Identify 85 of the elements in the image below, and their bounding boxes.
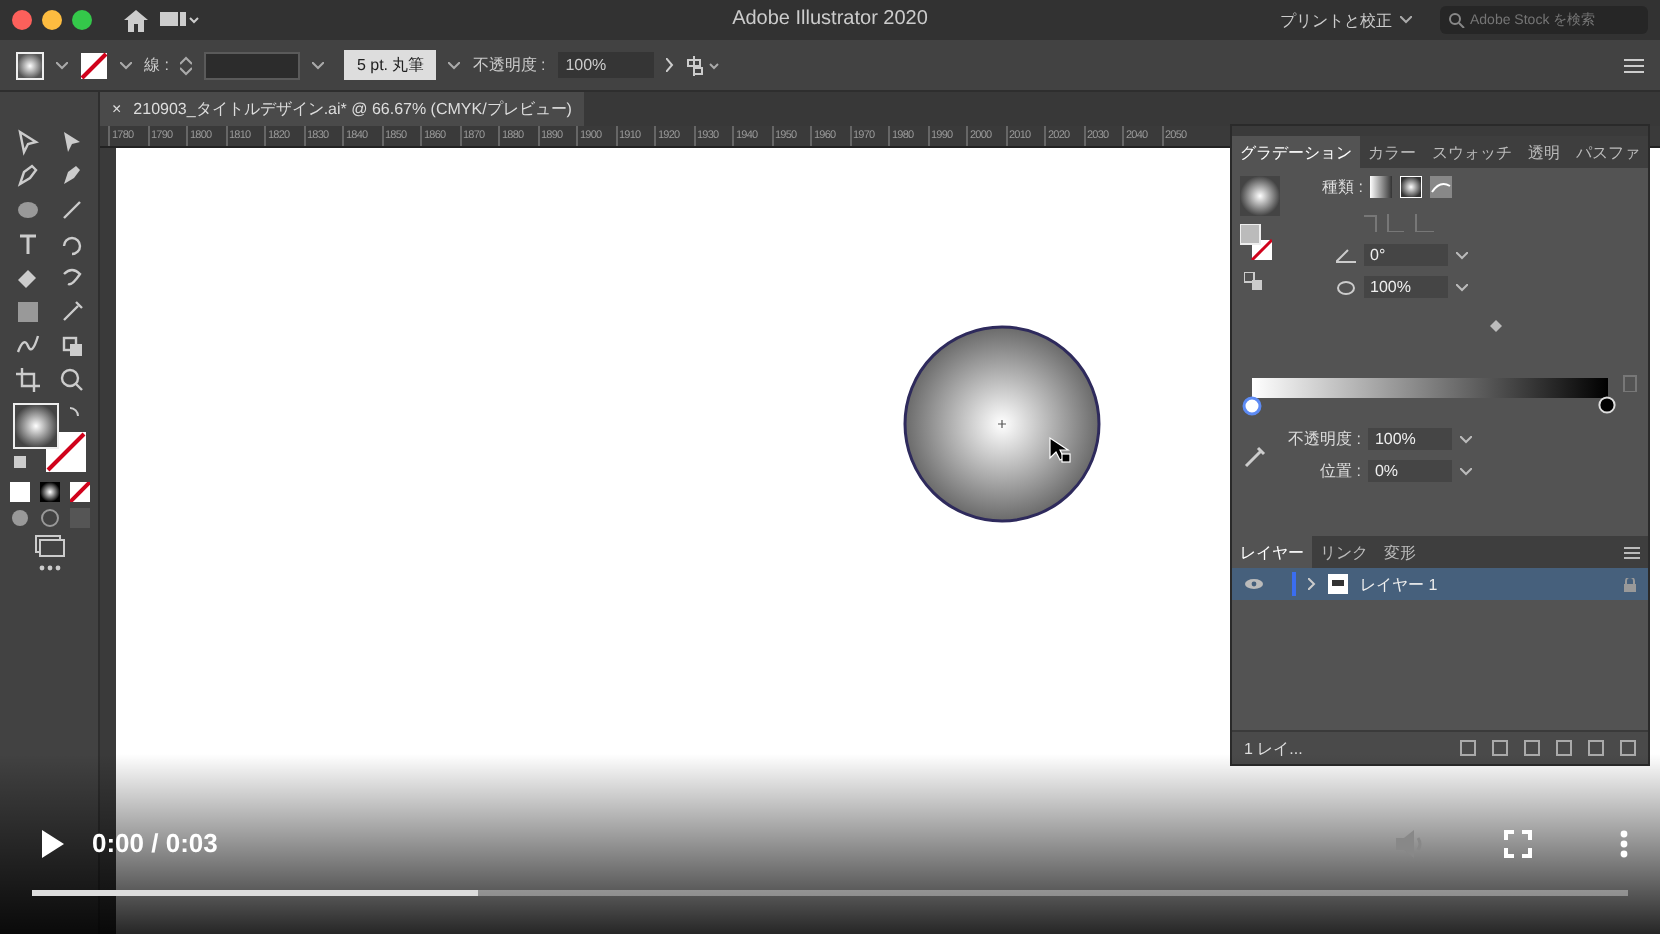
- fill-stroke-icon[interactable]: [1240, 224, 1272, 260]
- layer-count: 1 レイ...: [1244, 737, 1303, 759]
- arrow-right-icon[interactable]: [665, 58, 674, 72]
- fullscreen-icon[interactable]: [1504, 829, 1532, 857]
- eyedropper-icon[interactable]: [1244, 444, 1268, 468]
- layer-name: レイヤー 1: [1360, 573, 1438, 595]
- panel-tab[interactable]: 変形: [1376, 536, 1424, 568]
- layout-icon[interactable]: [160, 10, 200, 30]
- chevron-icon[interactable]: [1460, 467, 1473, 475]
- gradient-swatch-icon[interactable]: [1240, 176, 1280, 216]
- zoom-icon[interactable]: [57, 366, 85, 394]
- panel-tab[interactable]: リンク: [1312, 536, 1376, 568]
- opacity-label: 不透明度 :: [472, 54, 546, 76]
- chevron-icon: [120, 61, 132, 69]
- midpoint-icon[interactable]: [1490, 320, 1502, 332]
- eraser-icon[interactable]: [13, 264, 41, 292]
- draw-normal-icon[interactable]: [9, 508, 29, 528]
- fill-stroke-swatch-icon[interactable]: [9, 400, 89, 476]
- chevron-icon[interactable]: [1460, 435, 1473, 443]
- crop-icon[interactable]: [13, 366, 41, 394]
- home-icon[interactable]: [124, 9, 148, 31]
- play-icon[interactable]: [40, 829, 64, 857]
- freeform-gradient-icon[interactable]: [1430, 176, 1453, 198]
- chevron-icon: [312, 61, 325, 69]
- more-icon[interactable]: [37, 564, 61, 572]
- pen-icon[interactable]: [13, 162, 41, 190]
- linear-gradient-icon[interactable]: [1370, 176, 1393, 198]
- opacity-field[interactable]: 100%: [557, 52, 654, 78]
- location-field[interactable]: 0%: [1368, 460, 1453, 482]
- radial-gradient-icon[interactable]: [1400, 176, 1423, 198]
- panel-tab[interactable]: パスファ: [1568, 136, 1648, 168]
- no-fill-icon[interactable]: [69, 482, 89, 502]
- window-title: Adobe Illustrator 2020: [732, 8, 928, 30]
- fill-swatch-icon[interactable]: [16, 51, 44, 79]
- artboard-icon[interactable]: [57, 332, 85, 360]
- minimize-button[interactable]: [42, 10, 62, 30]
- progress-track[interactable]: [32, 890, 1628, 896]
- chevron-right-icon[interactable]: [1308, 578, 1316, 590]
- color-stop-icon[interactable]: [1242, 396, 1262, 416]
- chevron-icon: [56, 61, 68, 69]
- swap-icon[interactable]: [1244, 272, 1264, 292]
- close-tab-button[interactable]: ×: [112, 100, 122, 118]
- brush-field[interactable]: 5 pt. 丸筆: [344, 50, 437, 80]
- chevron-icon[interactable]: [1456, 283, 1468, 291]
- more-options-icon[interactable]: [1620, 829, 1628, 857]
- eye-icon[interactable]: [1244, 578, 1264, 590]
- draw-behind-icon[interactable]: [39, 508, 59, 528]
- stroke-label: 線 :: [144, 54, 169, 76]
- location-label: 位置 :: [1320, 460, 1361, 482]
- color-fill-icon[interactable]: [9, 482, 29, 502]
- panel-menu-icon[interactable]: [1624, 57, 1644, 73]
- stroke-options-icon: [1364, 212, 1436, 232]
- panel-menu-icon[interactable]: [1624, 545, 1640, 559]
- opacity-label: 不透明度 :: [1288, 428, 1361, 450]
- zoom-button[interactable]: [72, 10, 92, 30]
- chevron-icon: [1400, 16, 1412, 24]
- type-label: 種類 :: [1322, 176, 1363, 198]
- layer-row[interactable]: レイヤー 1: [1232, 568, 1648, 600]
- chevron-icon[interactable]: [1456, 251, 1468, 259]
- document-tab[interactable]: × 210903_タイトルデザイン.ai* @ 66.67% (CMYK/プレビュー): [100, 92, 584, 126]
- aspect-ratio-field[interactable]: 100%: [1364, 276, 1448, 298]
- stroke-weight-field[interactable]: [204, 51, 301, 79]
- stroke-none-icon[interactable]: [80, 51, 108, 79]
- gradient-fill-icon[interactable]: [39, 482, 59, 502]
- panel-tab[interactable]: スウォッチ: [1424, 136, 1520, 168]
- workspace-switcher[interactable]: プリントと校正: [1280, 9, 1412, 31]
- panel-tab[interactable]: レイヤー: [1232, 536, 1312, 568]
- align-icon[interactable]: [685, 55, 722, 75]
- cursor-icon: [1048, 436, 1072, 464]
- layer-thumbnail-icon: [1328, 574, 1348, 594]
- selection-arrow-icon[interactable]: [13, 128, 41, 156]
- close-button[interactable]: [12, 10, 32, 30]
- panel-tab[interactable]: グラデーション: [1232, 136, 1360, 168]
- delete-stop-icon: [1622, 372, 1638, 392]
- opacity-field[interactable]: 100%: [1368, 428, 1453, 450]
- panel-tab[interactable]: カラー: [1360, 136, 1424, 168]
- panel-tab[interactable]: 透明: [1520, 136, 1568, 168]
- stepper-icon[interactable]: [180, 55, 193, 75]
- aspect-ratio-icon: [1336, 279, 1356, 295]
- angle-field[interactable]: 0°: [1364, 244, 1448, 266]
- screen-mode-icon[interactable]: [33, 534, 65, 558]
- chevron-icon: [448, 61, 461, 69]
- angle-icon: [1336, 247, 1356, 263]
- ellipse-icon[interactable]: [13, 196, 41, 224]
- gradient-icon[interactable]: [13, 298, 41, 326]
